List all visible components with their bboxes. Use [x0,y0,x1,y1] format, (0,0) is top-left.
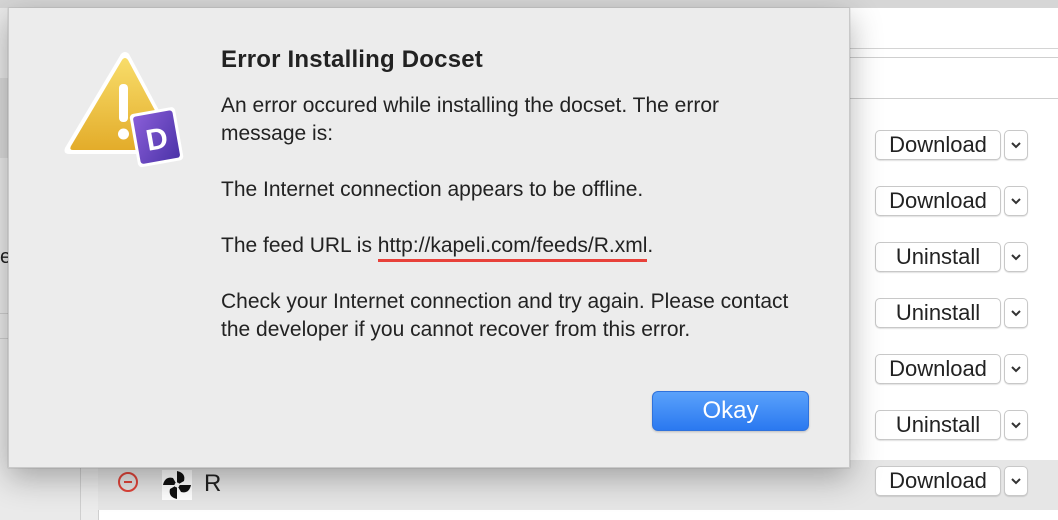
chevron-down-icon[interactable] [1004,410,1028,440]
okay-button[interactable]: Okay [652,391,809,431]
feed-url-prefix: The feed URL is [221,234,378,257]
chevron-down-icon[interactable] [1004,298,1028,328]
docset-action-group: Uninstall [875,410,1028,440]
docset-action-group: Uninstall [875,298,1028,328]
download-button[interactable]: Download [875,186,1001,216]
chevron-down-icon[interactable] [1004,130,1028,160]
docset-action-group: Download [875,354,1028,384]
chevron-down-icon[interactable] [1004,186,1028,216]
dialog-title: Error Installing Docset [221,46,483,73]
filter-field[interactable] [848,57,1058,99]
download-button[interactable]: Download [875,466,1001,496]
uninstall-button[interactable]: Uninstall [875,410,1001,440]
dialog-feed-line: The feed URL is http://kapeli.com/feeds/… [221,232,801,262]
docset-name: R [204,470,222,497]
docset-action-group: Download [875,186,1028,216]
warning-triangle-dash-icon: D [61,50,191,174]
uninstall-button[interactable]: Uninstall [875,298,1001,328]
download-button[interactable]: Download [875,130,1001,160]
header-divider [848,48,1058,49]
dialog-message-intro: An error occured while installing the do… [221,94,720,145]
chevron-down-icon[interactable] [1004,466,1028,496]
feed-url-link[interactable]: http://kapeli.com/feeds/R.xml [377,234,648,262]
chevron-down-icon[interactable] [1004,242,1028,272]
error-dialog: D Error Installing Docset An error occur… [8,8,850,468]
docset-action-group: Download [875,130,1028,160]
dialog-advice: Check your Internet connection and try a… [221,290,789,341]
uninstall-button[interactable]: Uninstall [875,242,1001,272]
dialog-error-message: The Internet connection appears to be of… [221,178,644,201]
feed-url-suffix: . [647,234,654,257]
docset-action-group: Uninstall [875,242,1028,272]
download-button[interactable]: Download [875,354,1001,384]
r-docset-icon [162,470,192,500]
chevron-down-icon[interactable] [1004,354,1028,384]
remove-icon[interactable] [118,472,138,492]
docset-action-group: Download [875,466,1028,496]
